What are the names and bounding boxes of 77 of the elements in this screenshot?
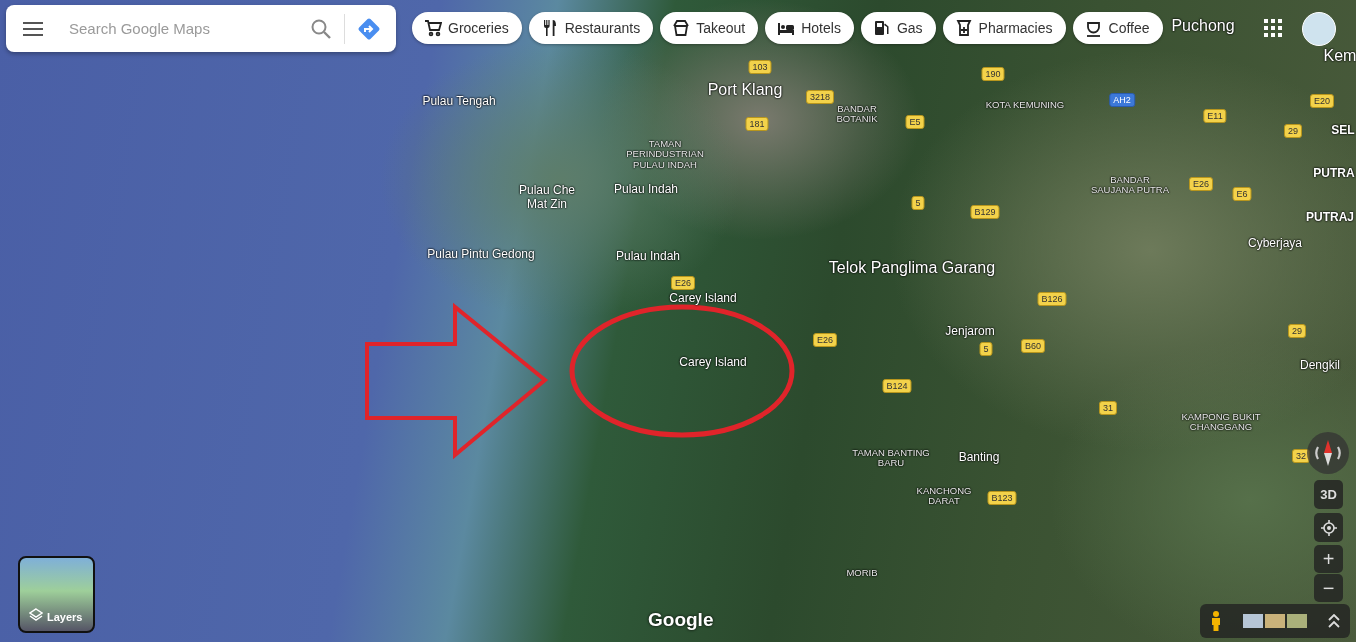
place-label: KOTA KEMUNING [985, 99, 1065, 111]
place-label: Telok Panglima Garang [828, 259, 996, 277]
place-label: Pulau Indah [615, 249, 681, 263]
place-label: Kem [1323, 47, 1356, 65]
search-icon[interactable] [310, 17, 332, 40]
place-label: Jenjarom [945, 324, 995, 338]
road-number: E20 [1310, 94, 1334, 108]
imagery-thumbnail[interactable] [1287, 614, 1307, 628]
apps-grid-icon[interactable] [1264, 19, 1282, 37]
3d-button[interactable]: 3D [1314, 480, 1343, 509]
place-label: KAMPONG BUKIT CHANGGANG [1181, 411, 1261, 433]
satellite-map[interactable] [0, 0, 1356, 642]
road-number: 31 [1099, 401, 1117, 415]
road-number: B129 [970, 205, 1000, 219]
category-chip[interactable]: Restaurants [528, 12, 654, 44]
place-label: KANCHONG DARAT [915, 485, 973, 507]
place-label: SEL [1331, 123, 1355, 137]
place-label: Pulau Che Mat Zin [517, 183, 576, 211]
my-location-button[interactable] [1314, 513, 1343, 542]
category-chip[interactable]: Gas [860, 12, 936, 44]
zoom-in-button[interactable]: + [1314, 545, 1343, 573]
place-label: Pulau Indah [613, 182, 679, 196]
place-label: Cyberjaya [1248, 236, 1302, 250]
place-label: BANDAR BOTANIK [835, 103, 879, 125]
road-number: 29 [1284, 124, 1302, 138]
place-label: MORIB [845, 567, 879, 579]
bag-icon [672, 19, 691, 37]
road-number: B123 [987, 491, 1017, 505]
medicine-icon [954, 19, 973, 37]
map-attribution: Google [648, 609, 714, 631]
fuel-pump-icon [872, 19, 891, 37]
place-label: Puchong [1171, 17, 1235, 35]
road-number: E5 [905, 115, 925, 129]
place-label: Port Klang [707, 81, 783, 99]
road-number: 190 [981, 67, 1005, 81]
road-number: 5 [979, 342, 993, 356]
road-number: E26 [813, 333, 837, 347]
category-chip[interactable]: Takeout [660, 12, 759, 44]
road-number: 5 [911, 196, 925, 210]
road-number: B60 [1021, 339, 1045, 353]
place-label: BANDAR SAUJANA PUTRA [1090, 174, 1170, 196]
imagery-thumbnail[interactable] [1265, 614, 1285, 628]
category-chip[interactable]: Hotels [765, 12, 854, 44]
place-label: Carey Island [669, 291, 737, 305]
place-label: TAMAN BANTING BARU [851, 447, 931, 469]
road-number: 103 [748, 60, 772, 74]
place-label: Pulau Tengah [422, 94, 496, 108]
road-number: B124 [882, 379, 912, 393]
layers-icon [29, 608, 43, 622]
place-label: PUTRAJ [1306, 210, 1354, 224]
place-label: PUTRA [1313, 166, 1355, 180]
place-label: Pulau Pintu Gedong [427, 247, 535, 261]
layers-button[interactable]: Layers [18, 556, 95, 633]
location-target-icon [1320, 519, 1337, 536]
road-number: 29 [1288, 324, 1306, 338]
cup-icon [1084, 19, 1103, 37]
road-number: 181 [745, 117, 769, 131]
road-number: AH2 [1109, 93, 1135, 107]
road-number: E11 [1203, 109, 1227, 123]
road-number: E6 [1232, 187, 1252, 201]
place-label: TAMAN PERINDUSTRIAN PULAU INDAH [625, 139, 705, 171]
menu-icon[interactable] [23, 20, 43, 37]
road-number: E26 [671, 276, 695, 290]
road-number: 3218 [806, 90, 834, 104]
road-number: E26 [1189, 177, 1213, 191]
place-label: Carey Island [679, 355, 747, 369]
pegman-icon[interactable] [1210, 610, 1222, 632]
category-chip[interactable]: Pharmacies [942, 12, 1066, 44]
category-chip[interactable]: Coffee [1072, 12, 1163, 44]
road-number: B126 [1037, 292, 1067, 306]
place-label: Dengkil [1300, 358, 1340, 372]
cart-icon [424, 19, 442, 37]
imagery-thumbnail[interactable] [1243, 614, 1263, 628]
zoom-out-button[interactable]: − [1314, 574, 1343, 602]
chevron-up-icon[interactable] [1328, 614, 1340, 628]
category-chip[interactable]: Groceries [412, 12, 522, 44]
place-label: Banting [958, 450, 1000, 464]
